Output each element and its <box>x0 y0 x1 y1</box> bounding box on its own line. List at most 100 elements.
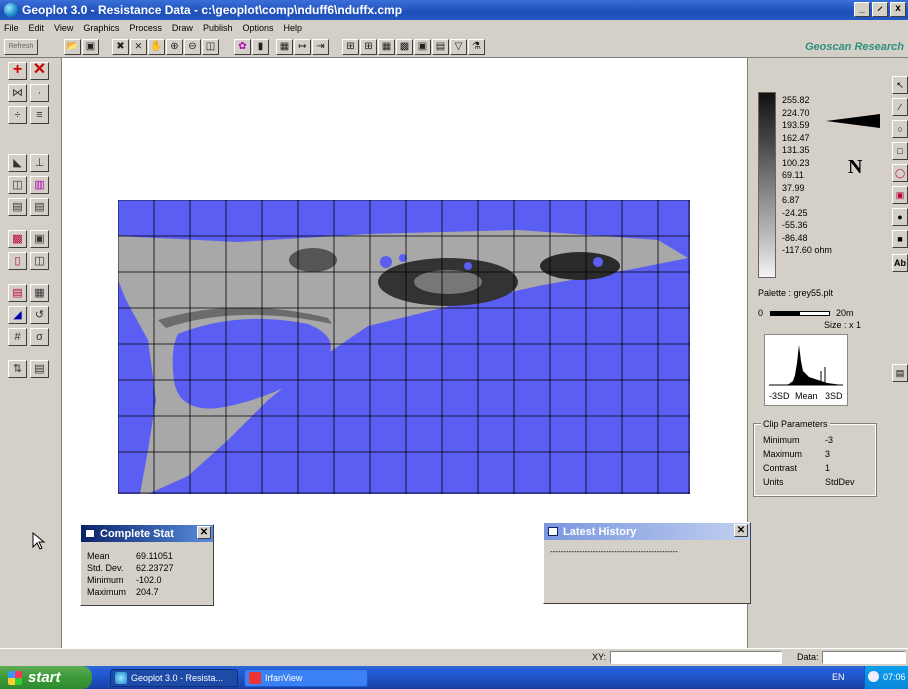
close-button[interactable]: x <box>890 2 906 17</box>
stack-icon[interactable]: ▥ <box>30 176 49 194</box>
menu-process[interactable]: Process <box>129 23 162 33</box>
grid-d-icon[interactable]: ▩ <box>396 39 413 55</box>
menu-options[interactable]: Options <box>242 23 273 33</box>
add-plus-icon[interactable]: + <box>8 62 27 80</box>
clip-parameters-group: Clip Parameters Minimum -3 Maximum 3 Con… <box>753 419 877 497</box>
rotate-icon[interactable]: ↺ <box>30 306 49 324</box>
complete-stat-titlebar[interactable]: Complete Stat ✕ <box>81 525 213 542</box>
delete-x-icon[interactable]: ✕ <box>30 62 49 80</box>
text-tool-icon[interactable]: Ab <box>892 254 908 272</box>
step-end-icon[interactable]: ⇥ <box>312 39 329 55</box>
rectangle-icon[interactable]: □ <box>892 142 908 160</box>
complete-stat-window[interactable]: Complete Stat ✕ Mean 69.11051 Std. Dev. … <box>80 524 214 606</box>
grid-c-icon[interactable]: ▦ <box>378 39 395 55</box>
sort-icon[interactable]: ⇅ <box>8 360 27 378</box>
menu-file[interactable]: File <box>4 23 19 33</box>
hand-icon[interactable]: ✋ <box>148 39 165 55</box>
despike-icon[interactable]: ∙ <box>30 84 49 102</box>
latest-history-window[interactable]: Latest History ✕ -----------------------… <box>543 522 751 604</box>
minimize-button[interactable]: _ <box>854 2 870 17</box>
destagger-icon[interactable]: ◫ <box>30 252 49 270</box>
report-icon[interactable]: ▤ <box>30 360 49 378</box>
grid-b-icon[interactable]: ⊞ <box>360 39 377 55</box>
bars-icon[interactable]: ▮ <box>252 39 269 55</box>
clip-x-icon[interactable]: ⋈ <box>8 84 27 102</box>
histogram-icon[interactable]: ▦ <box>276 39 293 55</box>
legend-value: 100.23 <box>782 157 810 168</box>
close-stat-button[interactable]: ✕ <box>197 526 211 539</box>
circle-icon[interactable]: ○ <box>892 120 908 138</box>
window-icon <box>548 527 558 536</box>
cut-x-icon[interactable]: ✖ <box>112 39 129 55</box>
periodic-icon[interactable]: ▯ <box>8 252 27 270</box>
edge-b-icon[interactable]: ▤ <box>30 198 49 216</box>
legend-panel: 255.82 224.70 193.59 162.47 131.35 100.2… <box>747 58 890 648</box>
window-title: Geoplot 3.0 - Resistance Data - c:\geopl… <box>22 3 403 17</box>
latest-history-titlebar[interactable]: Latest History ✕ <box>544 523 750 540</box>
grid-e-icon[interactable]: ▣ <box>414 39 431 55</box>
pointer-icon[interactable]: ↖ <box>892 76 908 94</box>
stat-value: 204.7 <box>136 587 159 597</box>
filled-rect-icon[interactable]: ■ <box>892 230 908 248</box>
legend-value: 224.70 <box>782 107 810 118</box>
menu-edit[interactable]: Edit <box>29 23 45 33</box>
menu-draw[interactable]: Draw <box>172 23 193 33</box>
transform-icon[interactable]: ◢ <box>8 306 27 324</box>
language-indicator[interactable]: EN <box>832 672 845 682</box>
save-icon[interactable]: ▣ <box>82 39 99 55</box>
cross-x-icon[interactable]: ⨯ <box>130 39 147 55</box>
refresh-button[interactable]: Refresh <box>4 39 38 55</box>
menu-view[interactable]: View <box>54 23 73 33</box>
person-icon[interactable]: ⊥ <box>30 154 49 172</box>
main-toolbar: Refresh 📂 ▣ ✖ ⨯ ✋ ⊕ ⊖ ◫ ✿ ▮ ▦ ↦ ⇥ ⊞ ⊞ ▦ … <box>0 36 908 58</box>
filled-circle-icon[interactable]: ● <box>892 208 908 226</box>
zoom-out-icon[interactable]: ⊖ <box>184 39 201 55</box>
low-pass-icon[interactable]: ▣ <box>30 230 49 248</box>
taskbar-item-irfanview[interactable]: IrfanView <box>244 669 368 687</box>
box-icon[interactable]: ▣ <box>892 186 908 204</box>
blue-speck-a <box>380 256 392 268</box>
start-button[interactable]: start <box>0 666 92 689</box>
grid-f-icon[interactable]: ▤ <box>432 39 449 55</box>
multiply-icon[interactable]: ≡ <box>30 106 49 124</box>
palette-icon[interactable]: ✿ <box>234 39 251 55</box>
stat-value: -102.0 <box>136 575 162 585</box>
zoom-box-icon[interactable]: ◫ <box>202 39 219 55</box>
step-forward-icon[interactable]: ↦ <box>294 39 311 55</box>
triangle-icon[interactable]: ◣ <box>8 154 27 172</box>
clock: 07:06 <box>883 672 906 682</box>
menu-help[interactable]: Help <box>284 23 303 33</box>
restore-button[interactable]: ̷ <box>872 2 888 17</box>
close-history-button[interactable]: ✕ <box>734 524 748 537</box>
greyscale-bar <box>758 92 776 278</box>
scale-end: 20m <box>836 308 854 318</box>
menu-publish[interactable]: Publish <box>203 23 233 33</box>
menu-graphics[interactable]: Graphics <box>83 23 119 33</box>
add-line-icon[interactable]: ÷ <box>8 106 27 124</box>
task-label: IrfanView <box>265 673 303 683</box>
open-folder-icon[interactable]: 📂 <box>64 39 81 55</box>
resistance-map[interactable] <box>118 200 690 494</box>
taskbar-item-geoplot[interactable]: Geoplot 3.0 - Resista... <box>110 669 238 687</box>
edge-a-icon[interactable]: ▤ <box>8 198 27 216</box>
system-tray: 07:06 <box>864 666 908 689</box>
title-bar[interactable]: Geoplot 3.0 - Resistance Data - c:\geopl… <box>0 0 908 20</box>
clip-label: Contrast <box>763 463 798 473</box>
bracket-icon[interactable]: ◫ <box>8 176 27 194</box>
group-icon[interactable]: ▤ <box>892 364 908 382</box>
xy-label: XY: <box>592 652 607 662</box>
grid-a-icon[interactable]: ⊞ <box>342 39 359 55</box>
interpolate-icon[interactable]: ▤ <box>8 284 27 302</box>
hash-icon[interactable]: # <box>8 328 27 346</box>
power-icon[interactable]: σ <box>30 328 49 346</box>
zoom-in-icon[interactable]: ⊕ <box>166 39 183 55</box>
line-icon[interactable]: ∕ <box>892 98 908 116</box>
high-pass-icon[interactable]: ▩ <box>8 230 27 248</box>
filter-icon[interactable]: ▽ <box>450 39 467 55</box>
tag-icon[interactable]: ⚗ <box>468 39 485 55</box>
palette-label: Palette : grey55.plt <box>758 288 834 298</box>
ellipse-icon[interactable]: ◯ <box>892 164 908 182</box>
matrix-icon[interactable]: ▦ <box>30 284 49 302</box>
scale-ruler <box>770 311 830 316</box>
tray-network-icon[interactable] <box>868 671 879 682</box>
